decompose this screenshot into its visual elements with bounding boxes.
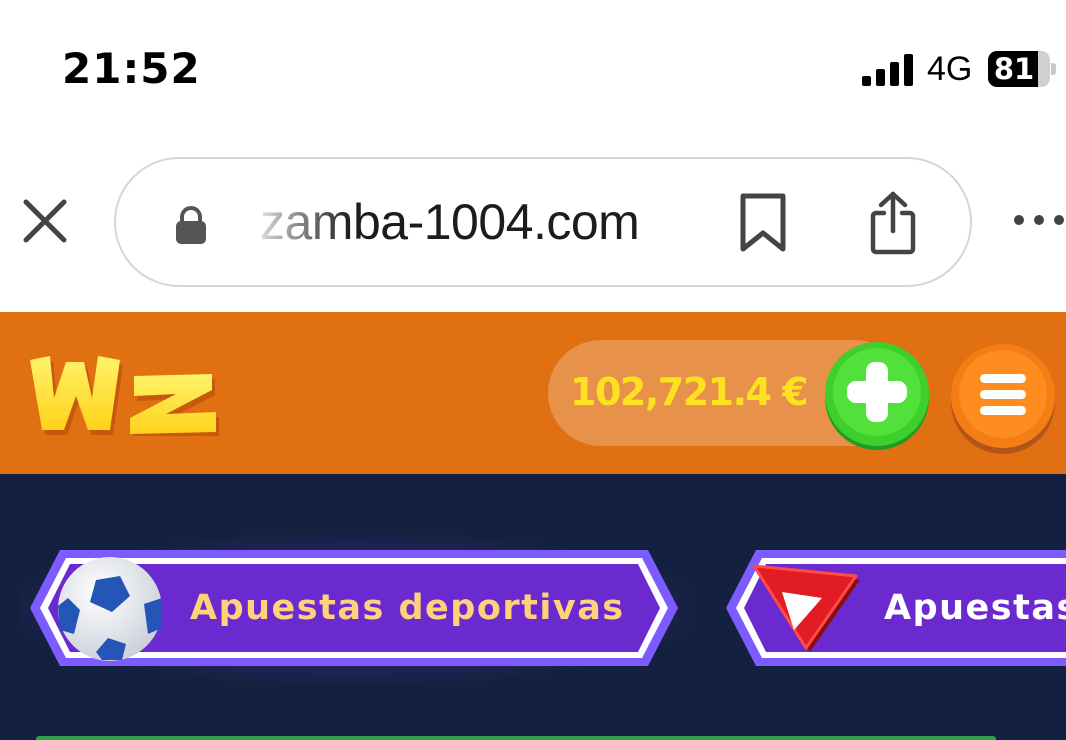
lock-icon [176, 206, 206, 244]
balance-amount[interactable]: 102,721.4 € [570, 370, 809, 414]
soccer-ball-icon [58, 557, 162, 661]
deposit-button[interactable] [822, 340, 932, 452]
menu-icon [980, 374, 1026, 415]
category-tab-sports[interactable]: Apuestas deportivas [30, 550, 678, 670]
close-icon[interactable] [22, 198, 68, 244]
status-bar: 21:52 4G 81 [0, 0, 1066, 130]
browser-toolbar: zamba-1004.com [0, 130, 1066, 312]
address-bar[interactable]: zamba-1004.com [114, 157, 972, 287]
bookmark-icon[interactable] [738, 193, 788, 253]
battery-percent: 81 [993, 52, 1035, 86]
category-label: Apuestas [884, 588, 1066, 628]
battery-icon: 81 [988, 51, 1056, 87]
category-tab-live[interactable]: Apuestas [726, 550, 1066, 670]
signal-icon [862, 54, 913, 86]
main-content: Apuestas deportivas Apuestas [0, 474, 1066, 740]
site-header: 102,721.4 € [0, 312, 1066, 474]
url-text[interactable]: zamba-1004.com [260, 193, 640, 251]
menu-button[interactable] [948, 342, 1058, 456]
next-section-edge [36, 736, 996, 740]
more-icon[interactable] [1012, 212, 1066, 228]
category-label: Apuestas deportivas [190, 588, 625, 628]
status-time: 21:52 [62, 44, 201, 93]
network-type: 4G [927, 50, 973, 88]
share-icon[interactable] [868, 191, 918, 255]
site-logo[interactable] [26, 352, 222, 436]
play-icon [752, 564, 860, 652]
